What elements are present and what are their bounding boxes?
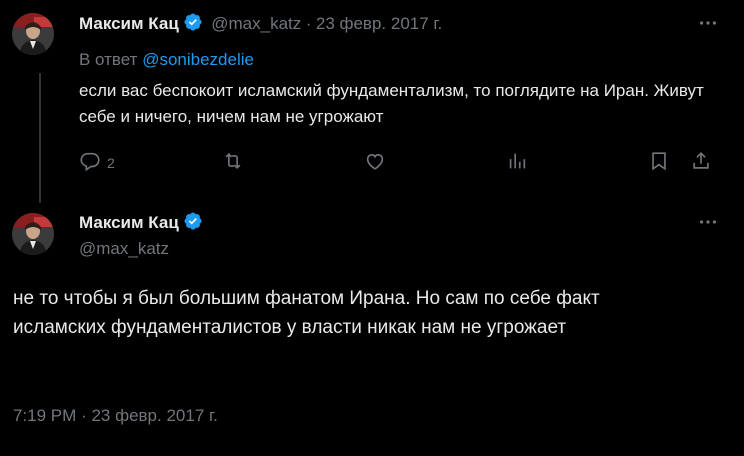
views-icon [506,150,528,175]
retweet-button[interactable] [222,150,244,175]
tweet-time: 7:19 PM [13,406,77,425]
reply-icon [79,150,101,175]
tweet-header: Максим Кац [79,211,203,233]
author-handle[interactable]: @max_katz [211,14,301,33]
thread-line [39,73,41,203]
separator: · [81,406,87,425]
like-button[interactable] [364,150,386,175]
author-name[interactable]: Максим Кац [79,14,179,33]
main-tweet: Максим Кац @max_katz не то чтобы я был б… [0,200,744,456]
like-icon [364,150,386,175]
reply-count: 2 [107,154,115,171]
avatar[interactable] [12,13,54,55]
tweet-header: Максим Кац @max_katz · 23 февр. 2017 г. [79,12,442,34]
reply-to-link[interactable]: @sonibezdelie [142,50,254,69]
avatar[interactable] [12,213,54,255]
separator: · [305,14,312,33]
author-name[interactable]: Максим Кац [79,213,179,232]
tweet-date: 23 февр. 2017 г. [91,406,218,425]
reply-prefix: В ответ [79,50,138,69]
reply-context: В ответ @sonibezdelie [79,47,254,73]
tweet-date[interactable]: 23 февр. 2017 г. [316,14,442,33]
bookmark-icon [648,150,670,175]
retweet-icon [222,150,244,175]
more-icon[interactable] [697,211,719,238]
tweet-text: не то чтобы я был большим фанатом Ирана.… [13,288,600,338]
verified-badge-icon [183,12,203,32]
tweet-text: если вас беспокоит исламский фундаментал… [79,81,704,126]
share-button[interactable] [690,150,712,175]
share-icon [690,150,712,175]
reply-tweet[interactable]: Максим Кац @max_katz · 23 февр. 2017 г. … [0,0,744,203]
views-button[interactable] [506,150,528,175]
bookmark-button[interactable] [648,150,670,175]
tweet-timestamp[interactable]: 7:19 PM · 23 февр. 2017 г. [13,406,218,426]
reply-button[interactable]: 2 [79,150,115,175]
verified-badge-icon [183,211,203,231]
author-handle[interactable]: @max_katz [79,239,169,259]
more-icon[interactable] [697,12,719,39]
